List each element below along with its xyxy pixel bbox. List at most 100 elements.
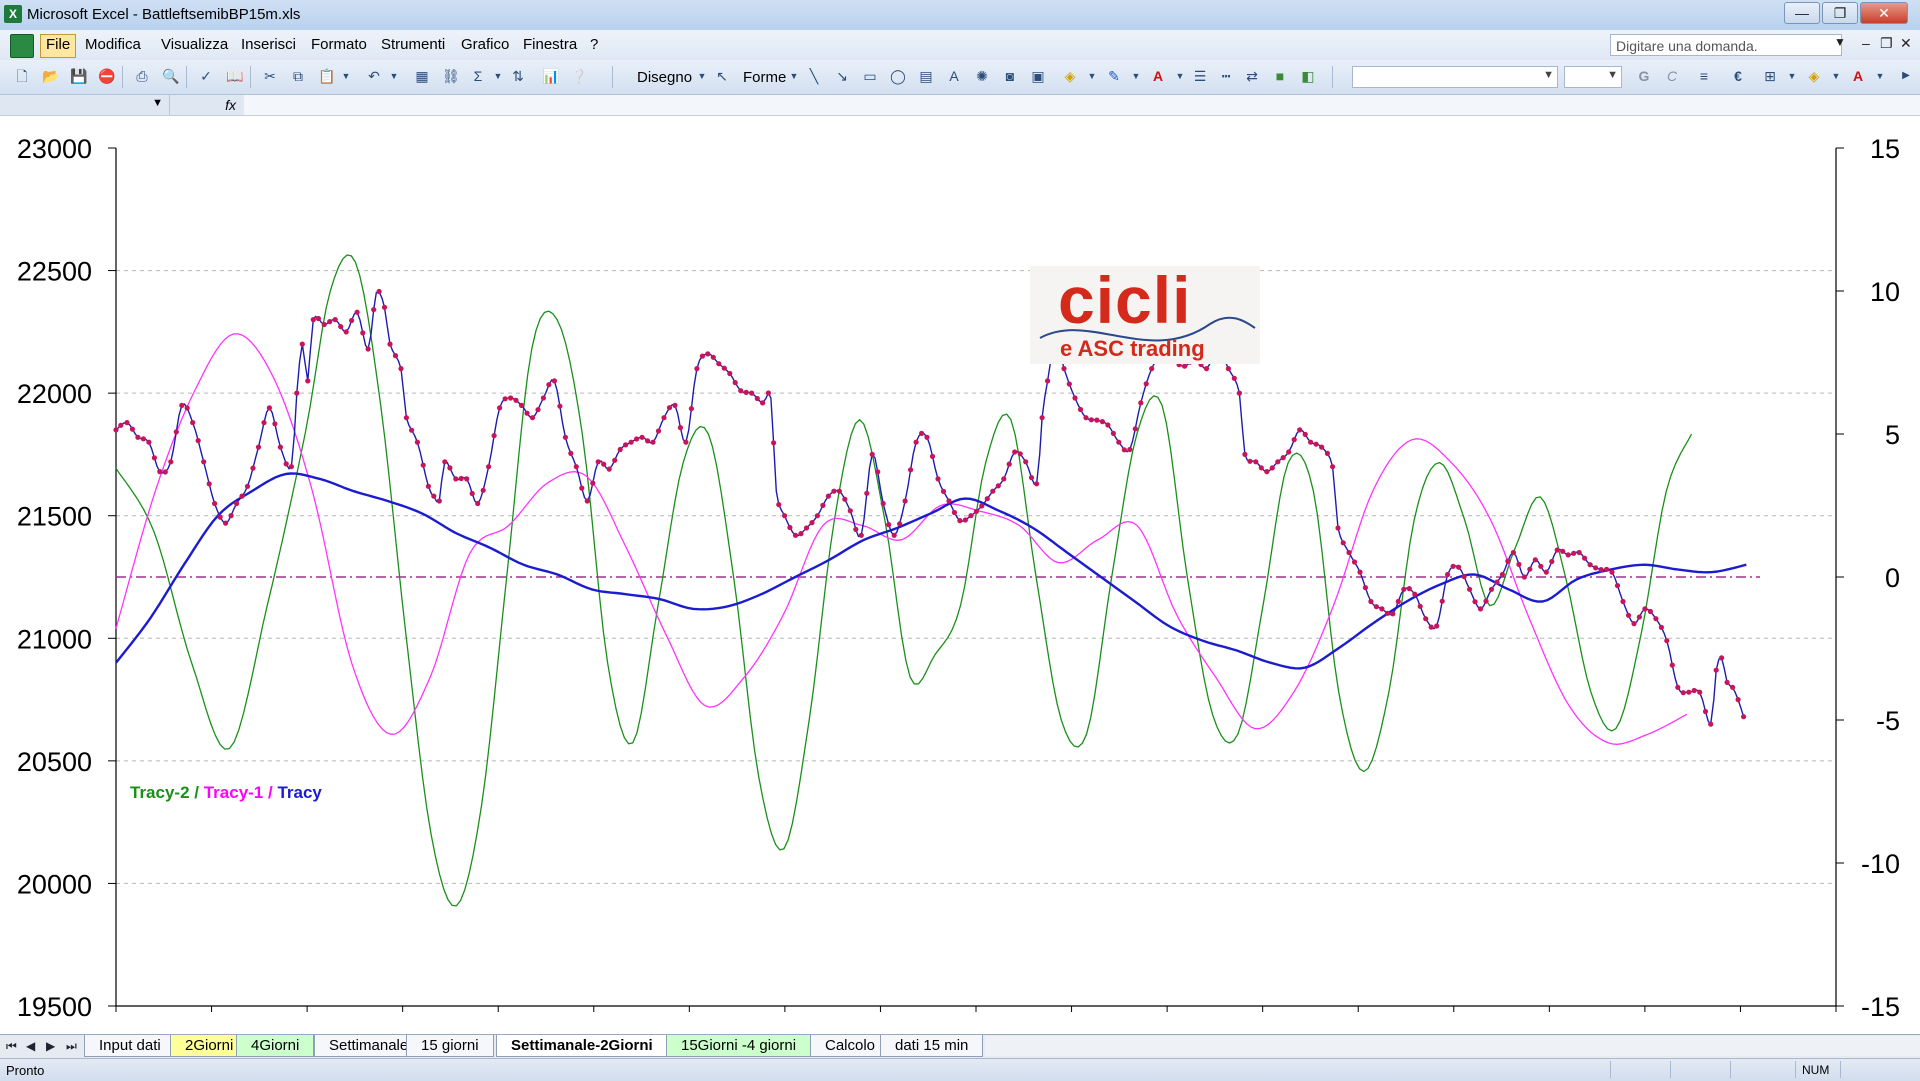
fill-color-2-icon[interactable]: ◈ [1806,68,1822,84]
fill-color-dropdown-icon[interactable]: ▼ [1084,68,1100,84]
menu-visualizza[interactable]: Visualizza [156,34,233,56]
menu-strumenti[interactable]: Strumenti [376,34,450,56]
cicli-logo: cicli e ASC trading [1030,263,1260,364]
sheet-tab-4giorni[interactable]: 4Giorni [236,1035,315,1057]
cut-icon[interactable]: ✂ [262,68,278,84]
shapes-dropdown-icon[interactable]: ▼ [786,68,802,84]
menu-grafico[interactable]: Grafico [456,34,514,56]
sheet-tab-input-dati[interactable]: Input dati [84,1035,176,1057]
horizontal-scrollbar[interactable] [985,1036,1920,1056]
workbook-icon[interactable] [10,34,34,58]
price-marker [1724,679,1730,686]
arrow-style-icon[interactable]: ⇄ [1244,68,1260,84]
hyperlink-icon[interactable]: ⛓ [442,68,460,84]
print-preview-icon[interactable]: 🔍 [162,68,179,84]
select-pointer-icon[interactable]: ↖ [714,68,730,84]
new-file-icon[interactable]: 🗋 [14,68,30,84]
menu-modifica[interactable]: Modifica [80,34,146,56]
permission-icon[interactable]: ⛔ [98,68,115,84]
first-sheet-icon[interactable]: ⏮ [6,1039,17,1054]
copy-icon[interactable]: ⧉ [290,68,306,84]
price-marker [1543,569,1549,575]
bar-chart-icon[interactable]: 📊 [542,68,559,84]
line-tool-icon[interactable]: ╲ [806,68,822,84]
research-icon[interactable]: 📖 [226,68,243,84]
line-color-dropdown-icon[interactable]: ▼ [1128,68,1144,84]
doc-close-icon[interactable]: ✕ [1900,35,1912,52]
undo-icon[interactable]: ↶ [366,68,382,84]
bold-icon[interactable]: G [1636,68,1652,84]
draw-dropdown-icon[interactable]: ▼ [694,68,710,84]
chart-plot[interactable]: 23000 22500 22000 21500 21000 20500 20000 19500… [0,116,1920,1036]
menu-inserisci[interactable]: Inserisci [236,34,301,56]
help-dropdown-arrow-icon[interactable]: ▼ [1834,35,1846,49]
wordart-icon[interactable]: A [946,68,962,84]
clipart-icon[interactable]: ◙ [1002,68,1018,84]
autosum-icon[interactable]: Σ [470,68,486,84]
fill-color-icon[interactable]: ◈ [1062,68,1078,84]
font-color-dropdown-icon[interactable]: ▼ [1172,68,1188,84]
close-button[interactable]: ✕ [1860,2,1908,24]
sheet-tab-settimanale-2giorni[interactable]: Settimanale-2Giorni [496,1035,668,1057]
menu-formato[interactable]: Formato [306,34,372,56]
3d-style-icon[interactable]: ◧ [1300,68,1316,84]
oval-tool-icon[interactable]: ◯ [890,68,906,84]
textbox-tool-icon[interactable]: ▤ [918,68,934,84]
menu-help[interactable]: ? [585,34,603,56]
maximize-button[interactable]: ❐ [1822,2,1858,24]
insert-function-icon[interactable]: fx [170,95,244,115]
font-name-combo[interactable]: ▼ [1352,66,1558,88]
arrow-tool-icon[interactable]: ↘ [834,68,850,84]
save-icon[interactable]: 💾 [70,68,87,84]
draw-menu[interactable]: Disegno [637,69,692,86]
line-color-icon[interactable]: ✎ [1106,68,1122,84]
autosum-dropdown-icon[interactable]: ▼ [490,68,506,84]
align-icon[interactable]: ≡ [1696,68,1712,84]
sheet-tab-dati-15-min[interactable]: dati 15 min [880,1035,984,1057]
font-color-2-dropdown-icon[interactable]: ▼ [1872,68,1888,84]
help-icon[interactable]: ❔ [570,68,587,84]
font-color-2-icon[interactable]: A [1850,68,1866,84]
sheet-tab-calcolo[interactable]: Calcolo [810,1035,891,1057]
picture-icon[interactable]: ▣ [1030,68,1046,84]
spelling-icon[interactable]: ✓ [198,68,214,84]
font-color-icon[interactable]: A [1150,68,1166,84]
doc-restore-icon[interactable]: ❐ [1880,35,1893,52]
next-sheet-icon[interactable]: ▶ [46,1039,55,1053]
sort-icon[interactable]: ⇅ [510,68,526,84]
sheet-tab-15giorni-4-giorni[interactable]: 15Giorni -4 giorni [666,1035,812,1057]
euro-icon[interactable]: € [1730,68,1746,84]
borders-dropdown-icon[interactable]: ▼ [1784,68,1800,84]
italic-icon[interactable]: C [1664,68,1680,84]
toolbar-options-icon[interactable]: ▶ [1898,68,1914,84]
rectangle-tool-icon[interactable]: ▭ [862,68,878,84]
shadow-style-icon[interactable]: ■ [1272,68,1288,84]
chart-wizard-icon[interactable]: ▦ [414,68,430,84]
menu-finestra[interactable]: Finestra [518,34,582,56]
sheet-tab-15-giorni[interactable]: 15 giorni [406,1035,494,1057]
minimize-button[interactable]: — [1784,2,1820,24]
price-marker [814,513,821,519]
paste-icon[interactable]: 📋 [318,68,335,84]
last-sheet-icon[interactable]: ⏭ [66,1039,77,1054]
line-style-icon[interactable]: ☰ [1192,68,1208,84]
name-box[interactable]: ▼ [0,95,170,115]
prev-sheet-icon[interactable]: ◀ [26,1039,35,1053]
shapes-menu[interactable]: Forme [743,69,786,86]
menu-file[interactable]: File [40,34,77,58]
chart-area[interactable]: 23000 22500 22000 21500 21000 20500 20000 19500… [0,116,1920,1036]
help-question-box[interactable]: Digitare una domanda. [1610,34,1842,56]
borders-icon[interactable]: ⊞ [1762,68,1778,84]
paste-dropdown-icon[interactable]: ▼ [338,68,354,84]
name-box-dropdown-icon[interactable]: ▼ [152,97,163,109]
diagram-icon[interactable]: ✺ [974,68,990,84]
fill-color-2-dropdown-icon[interactable]: ▼ [1828,68,1844,84]
font-size-combo[interactable]: ▼ [1564,66,1622,88]
price-marker [1576,549,1582,556]
open-folder-icon[interactable]: 📂 [42,68,59,84]
print-icon[interactable]: ⎙ [134,68,150,84]
undo-dropdown-icon[interactable]: ▼ [386,68,402,84]
dash-style-icon[interactable]: ┅ [1218,68,1234,84]
doc-minimize-icon[interactable]: – [1862,35,1870,51]
price-marker [1664,638,1670,644]
